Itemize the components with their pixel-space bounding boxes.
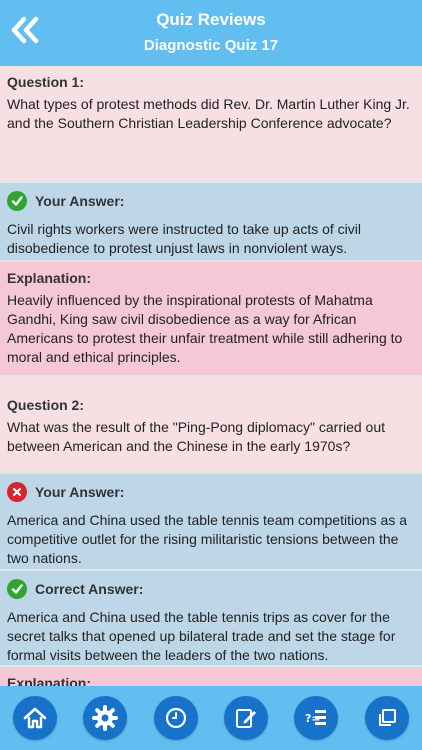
home-button[interactable] (13, 696, 58, 740)
copy-icon (378, 709, 396, 726)
your-answer-label: Your Answer: (35, 484, 125, 500)
question-text: What types of protest methods did Rev. D… (7, 96, 410, 131)
explanation-block: Explanation: (0, 667, 422, 686)
edit-icon (236, 709, 257, 728)
your-answer-block: Your Answer: America and China used the … (0, 474, 422, 571)
cross-icon (7, 482, 27, 502)
quiz-subtitle: Diagnostic Quiz 17 (143, 37, 279, 54)
question-text: What was the result of the "Ping-Pong di… (7, 419, 386, 454)
explanation-label: Explanation: (7, 675, 92, 686)
explanation-label: Explanation: (7, 270, 92, 286)
explanation-text: Heavily influenced by the inspirational … (7, 292, 403, 365)
review-list[interactable]: Question 1: What types of protest method… (0, 66, 422, 686)
notes-button[interactable] (224, 696, 269, 740)
page-title: Quiz Reviews (156, 10, 266, 29)
tab-bar: ?= (0, 686, 422, 750)
gear-icon (92, 705, 119, 731)
copy-button[interactable] (364, 696, 409, 740)
quiz-list-icon: ?= (305, 710, 327, 725)
correct-answer-label: Correct Answer: (35, 581, 144, 597)
quiz-list-button[interactable]: ?= (294, 696, 339, 740)
header: Quiz Reviews Diagnostic Quiz 17 (0, 0, 422, 66)
question-block: Question 1: What types of protest method… (0, 66, 422, 183)
question-label: Question 2: (7, 397, 85, 413)
question-block: Question 2: What was the result of the "… (0, 377, 422, 474)
checkmark-icon (7, 579, 27, 599)
correct-answer-text: America and China used the table tennis … (7, 609, 396, 663)
your-answer-text: Civil rights workers were instructed to … (7, 221, 362, 256)
clock-icon (165, 707, 186, 729)
checkmark-icon (7, 191, 27, 211)
your-answer-block: Your Answer: Civil rights workers were i… (0, 183, 422, 262)
home-icon (23, 707, 47, 729)
your-answer-text: America and China used the table tennis … (7, 512, 408, 566)
question-label: Question 1: (7, 74, 85, 90)
correct-answer-block: Correct Answer: America and China used t… (0, 571, 422, 667)
timer-button[interactable] (153, 696, 198, 740)
explanation-block: Explanation: Heavily influenced by the i… (0, 262, 422, 377)
settings-button[interactable] (83, 696, 128, 740)
your-answer-label: Your Answer: (35, 193, 125, 209)
